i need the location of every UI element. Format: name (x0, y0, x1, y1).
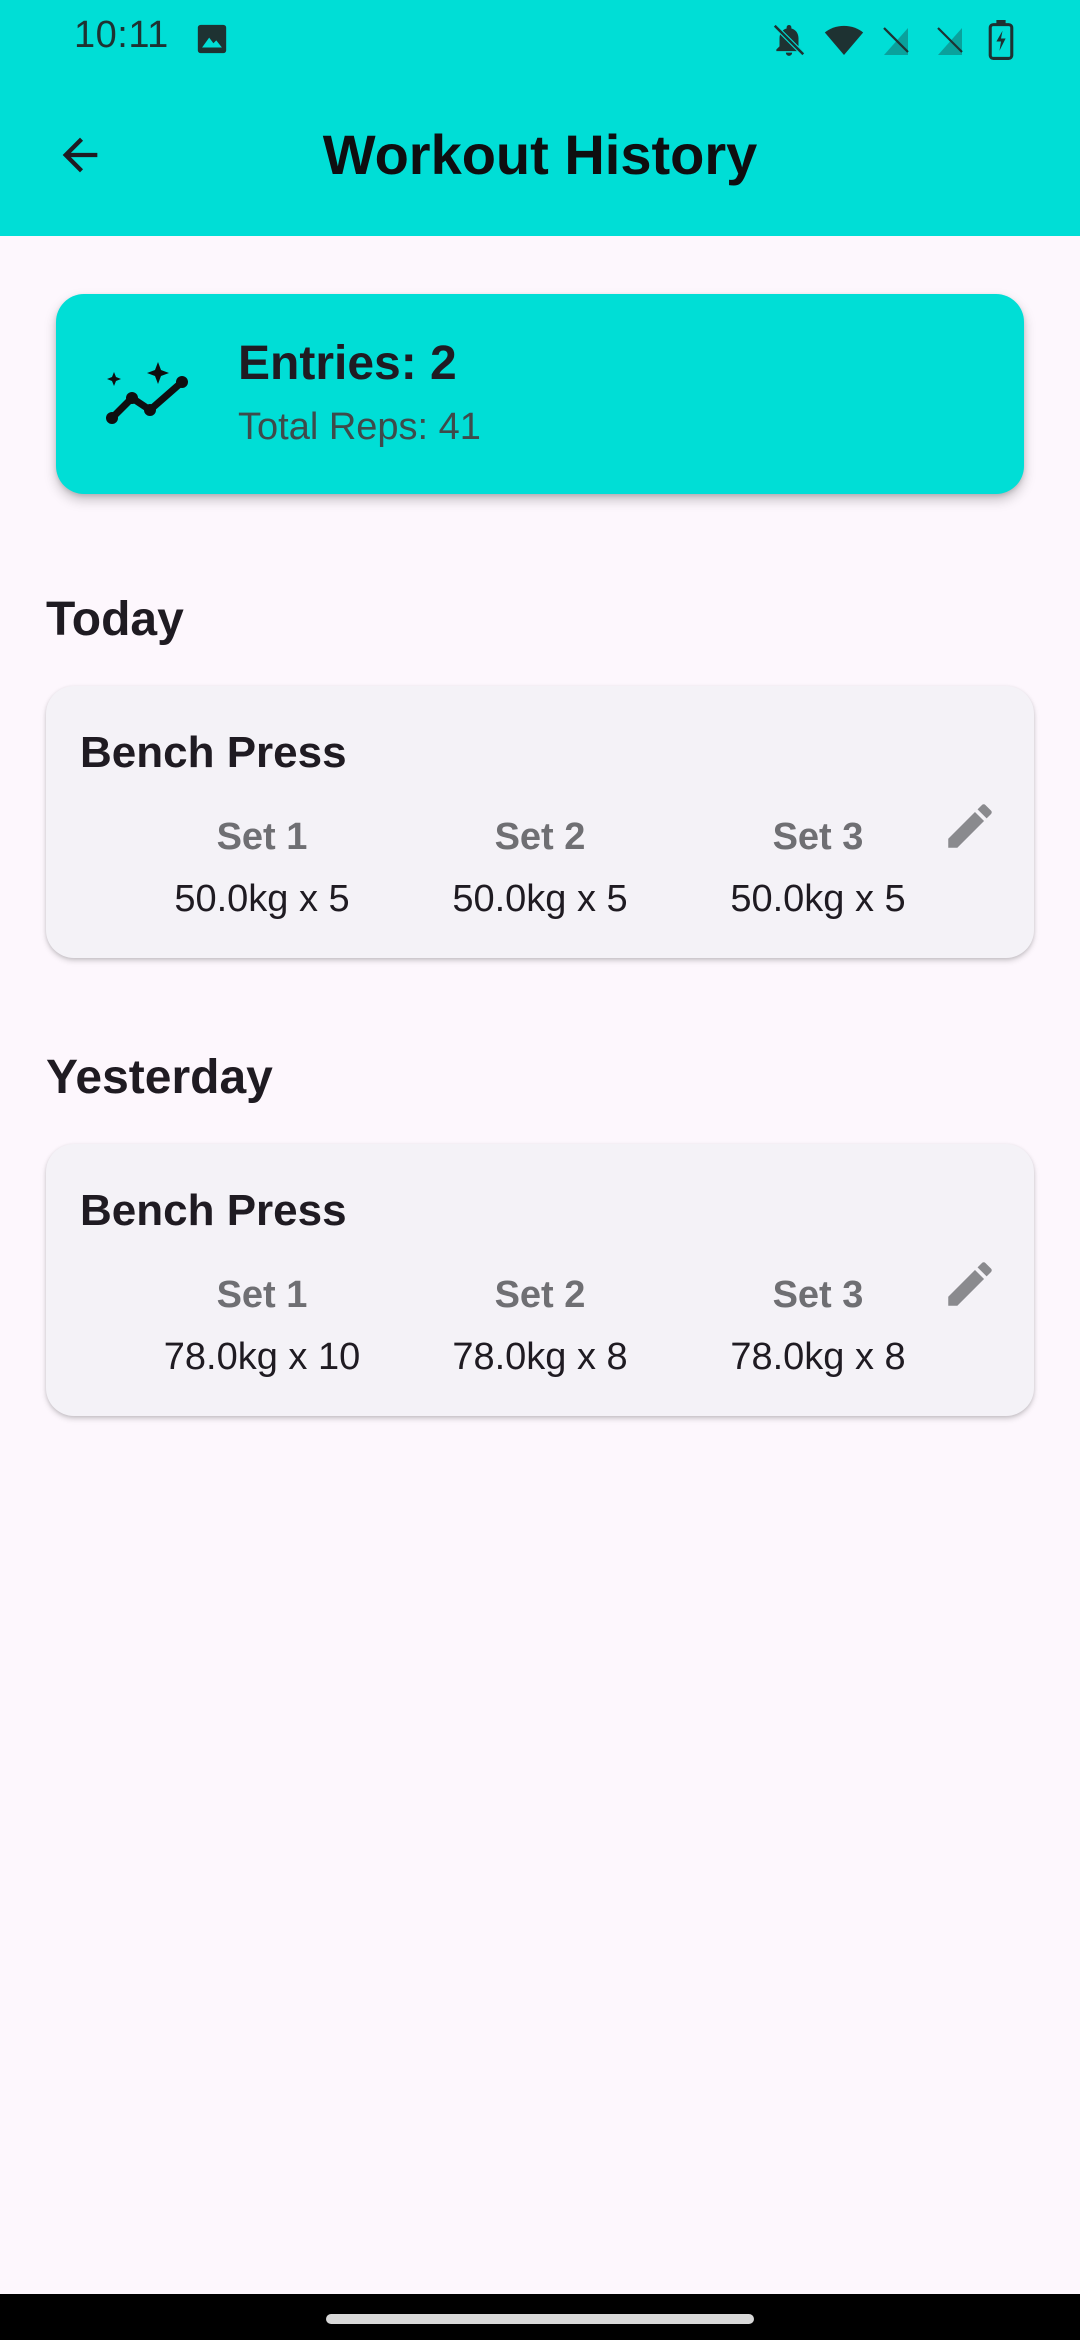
set-column: Set 3 78.0kg x 8 (698, 1272, 938, 1380)
set-label: Set 1 (216, 816, 308, 858)
trending-sparkle-icon (106, 362, 188, 424)
wifi-icon (824, 20, 864, 60)
set-value: 50.0kg x 5 (174, 878, 350, 920)
status-icons (770, 18, 1024, 62)
status-time: 10:11 (74, 14, 169, 56)
set-column: Set 1 50.0kg x 5 (142, 814, 382, 922)
set-label: Set 2 (494, 816, 586, 858)
workout-card[interactable]: Bench Press Set 1 78.0kg x 10 Set 2 78.0… (46, 1144, 1034, 1416)
set-column: Set 3 50.0kg x 5 (698, 814, 938, 922)
set-label: Set 2 (494, 1274, 586, 1316)
status-bar: 10:11 (0, 0, 1080, 80)
entries-count: Entries: 2 (238, 337, 457, 390)
image-icon (197, 24, 227, 54)
no-sim-icon (932, 20, 970, 60)
edit-button[interactable] (930, 1244, 1010, 1324)
edit-button[interactable] (930, 786, 1010, 866)
set-value: 50.0kg x 5 (730, 878, 906, 920)
set-label: Set 3 (772, 816, 864, 858)
total-reps: Total Reps: 41 (238, 406, 481, 448)
bell-off-icon (770, 20, 808, 60)
set-column: Set 1 78.0kg x 10 (142, 1272, 382, 1380)
navigation-bar (0, 2294, 1080, 2340)
exercise-name: Bench Press (80, 728, 347, 777)
summary-card: Entries: 2 Total Reps: 41 (56, 294, 1024, 494)
set-label: Set 1 (216, 1274, 308, 1316)
app-bar: Workout History (0, 80, 1080, 236)
set-column: Set 2 78.0kg x 8 (420, 1272, 660, 1380)
exercise-name: Bench Press (80, 1186, 347, 1235)
set-column: Set 2 50.0kg x 5 (420, 814, 660, 922)
pencil-icon (948, 804, 992, 848)
set-value: 78.0kg x 8 (452, 1336, 628, 1378)
pencil-icon (948, 1262, 992, 1306)
set-label: Set 3 (772, 1274, 864, 1316)
workout-card[interactable]: Bench Press Set 1 50.0kg x 5 Set 2 50.0k… (46, 686, 1034, 958)
section-title-yesterday: Yesterday (46, 1051, 273, 1104)
home-gesture-handle[interactable] (326, 2314, 754, 2324)
set-value: 78.0kg x 10 (163, 1336, 361, 1378)
battery-charging-icon (986, 20, 1024, 60)
set-value: 50.0kg x 5 (452, 878, 628, 920)
page-title: Workout History (322, 123, 758, 186)
set-value: 78.0kg x 8 (730, 1336, 906, 1378)
no-sim-icon (878, 20, 916, 60)
section-title-today: Today (46, 593, 184, 646)
